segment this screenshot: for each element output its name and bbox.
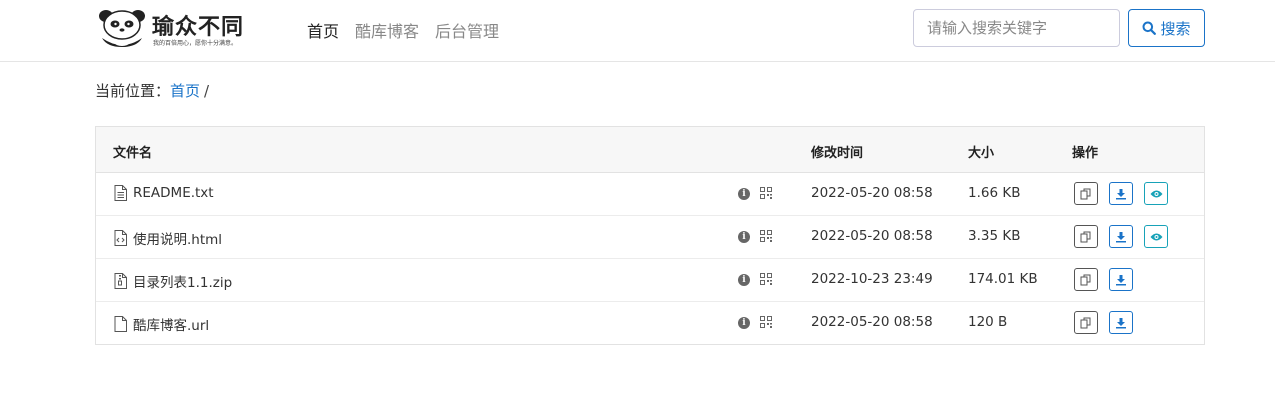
column-header-modified[interactable]: 修改时间 bbox=[811, 142, 863, 161]
file-table: 文件名 修改时间 大小 操作 README.txt i 2022-05-20 0… bbox=[95, 126, 1205, 345]
nav-item-blog[interactable]: 酷库博客 bbox=[355, 18, 419, 42]
qrcode-icon[interactable] bbox=[760, 187, 772, 199]
copy-link-button[interactable] bbox=[1074, 311, 1098, 334]
row-actions bbox=[1074, 182, 1168, 205]
copy-icon bbox=[1080, 231, 1091, 242]
table-row: 酷库博客.url i 2022-05-20 08:58 120 B bbox=[96, 302, 1204, 344]
copy-link-button[interactable] bbox=[1074, 182, 1098, 205]
logo-name: 瑜众不同 bbox=[152, 14, 245, 40]
search-input[interactable] bbox=[913, 9, 1120, 47]
download-icon bbox=[1116, 274, 1126, 285]
breadcrumb: 当前位置：首页 / bbox=[95, 80, 209, 101]
modified-time: 2022-10-23 23:49 bbox=[811, 271, 933, 287]
preview-button[interactable] bbox=[1144, 225, 1168, 248]
file-name-cell[interactable]: README.txt bbox=[114, 185, 214, 201]
breadcrumb-separator: / bbox=[204, 82, 210, 100]
download-icon bbox=[1116, 231, 1126, 242]
nav-item-home[interactable]: 首页 bbox=[307, 18, 339, 42]
top-navbar: 瑜众不同 我的百倍用心，愿你十分满意。 首页 酷库博客 后台管理 搜索 bbox=[0, 0, 1275, 62]
logo-slogan: 我的百倍用心，愿你十分满意。 bbox=[153, 40, 238, 47]
file-size: 1.66 KB bbox=[968, 185, 1021, 201]
info-icon[interactable]: i bbox=[738, 317, 750, 329]
main-nav: 首页 酷库博客 后台管理 bbox=[307, 18, 499, 42]
file-size: 3.35 KB bbox=[968, 228, 1021, 244]
panda-logo-icon bbox=[99, 10, 145, 47]
qrcode-icon[interactable] bbox=[760, 273, 772, 285]
nav-item-admin[interactable]: 后台管理 bbox=[435, 18, 499, 42]
search-button[interactable]: 搜索 bbox=[1128, 9, 1205, 47]
download-button[interactable] bbox=[1109, 311, 1133, 334]
table-row: 目录列表1.1.zip i 2022-10-23 23:49 174.01 KB bbox=[96, 259, 1204, 302]
column-header-size[interactable]: 大小 bbox=[968, 142, 994, 161]
eye-icon bbox=[1150, 233, 1162, 240]
copy-icon bbox=[1080, 274, 1091, 285]
breadcrumb-prefix: 当前位置： bbox=[95, 82, 171, 100]
download-button[interactable] bbox=[1109, 182, 1133, 205]
file-name-cell[interactable]: 目录列表1.1.zip bbox=[114, 271, 232, 291]
file-name[interactable]: 酷库博客.url bbox=[133, 314, 209, 334]
info-icon[interactable]: i bbox=[738, 274, 750, 286]
qrcode-icon[interactable] bbox=[760, 316, 772, 328]
column-header-actions: 操作 bbox=[1072, 146, 1099, 161]
zip-file-icon bbox=[114, 273, 127, 289]
copy-icon bbox=[1080, 188, 1091, 199]
file-name-cell[interactable]: 使用说明.html bbox=[114, 228, 222, 248]
info-icon[interactable]: i bbox=[738, 231, 750, 243]
file-name[interactable]: README.txt bbox=[133, 185, 214, 201]
eye-icon bbox=[1150, 190, 1162, 197]
table-row: README.txt i 2022-05-20 08:58 1.66 KB bbox=[96, 173, 1204, 216]
blank-file-icon bbox=[114, 316, 127, 332]
copy-link-button[interactable] bbox=[1074, 225, 1098, 248]
preview-button[interactable] bbox=[1144, 182, 1168, 205]
modified-time: 2022-05-20 08:58 bbox=[811, 185, 933, 201]
info-icon[interactable]: i bbox=[738, 188, 750, 200]
modified-time: 2022-05-20 08:58 bbox=[811, 314, 933, 330]
file-name[interactable]: 使用说明.html bbox=[133, 228, 222, 248]
text-file-icon bbox=[114, 185, 127, 201]
file-size: 174.01 KB bbox=[968, 271, 1038, 287]
file-name-cell[interactable]: 酷库博客.url bbox=[114, 314, 209, 334]
column-header-name[interactable]: 文件名 bbox=[113, 142, 152, 161]
search-icon bbox=[1142, 21, 1157, 35]
table-header: 文件名 修改时间 大小 操作 bbox=[96, 127, 1204, 173]
download-icon bbox=[1116, 317, 1126, 328]
download-button[interactable] bbox=[1109, 225, 1133, 248]
breadcrumb-home-link[interactable]: 首页 bbox=[170, 82, 200, 100]
row-actions bbox=[1074, 268, 1133, 291]
file-name[interactable]: 目录列表1.1.zip bbox=[133, 271, 232, 291]
copy-link-button[interactable] bbox=[1074, 268, 1098, 291]
search-button-label: 搜索 bbox=[1160, 19, 1191, 38]
file-size: 120 B bbox=[968, 314, 1008, 330]
download-icon bbox=[1116, 188, 1126, 199]
row-actions bbox=[1074, 225, 1168, 248]
table-row: 使用说明.html i 2022-05-20 08:58 3.35 KB bbox=[96, 216, 1204, 259]
code-file-icon bbox=[114, 230, 127, 246]
modified-time: 2022-05-20 08:58 bbox=[811, 228, 933, 244]
copy-icon bbox=[1080, 317, 1091, 328]
qrcode-icon[interactable] bbox=[760, 230, 772, 242]
row-actions bbox=[1074, 311, 1133, 334]
download-button[interactable] bbox=[1109, 268, 1133, 291]
site-logo[interactable]: 瑜众不同 我的百倍用心，愿你十分满意。 bbox=[97, 7, 269, 49]
